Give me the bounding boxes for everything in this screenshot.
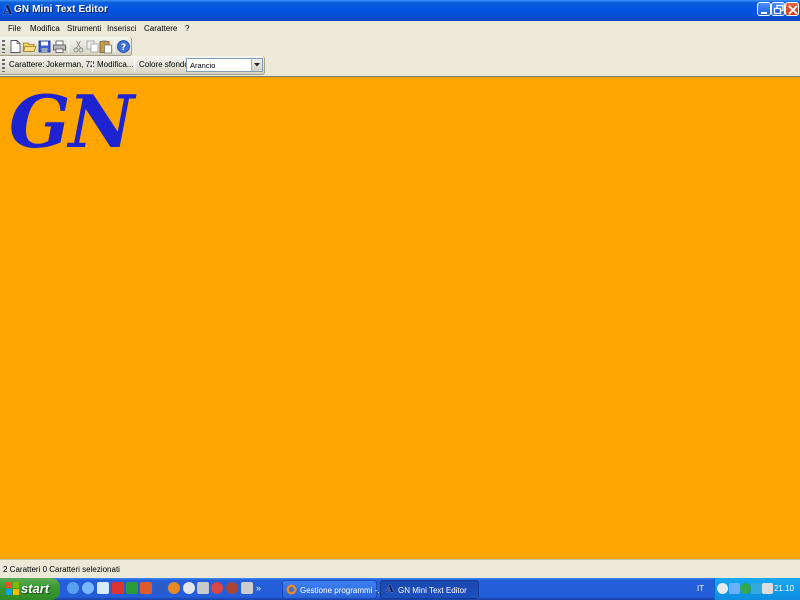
background-color-value: Arancio [190,61,216,70]
menu-file[interactable]: File [8,24,21,33]
ie-alt-icon[interactable] [82,582,94,594]
network-icon[interactable] [729,583,740,594]
toolbar-separator [68,40,69,53]
chevron-down-icon [254,63,260,67]
firefox-icon[interactable] [168,582,180,594]
font-label: Carattere: [9,60,45,69]
status-bar: 2 Caratteri 0 Caratteri selezionati [0,559,800,578]
dropdown-arrow-button[interactable] [251,59,262,71]
tool-icon[interactable] [197,582,209,594]
close-button[interactable] [785,2,799,16]
menu-inserisci[interactable]: Inserisci [107,24,136,33]
app-gray-icon[interactable] [241,582,253,594]
clock[interactable]: 21.10 [774,584,794,593]
security-icon[interactable] [740,583,751,594]
powerpoint-icon[interactable] [140,582,152,594]
minimize-button[interactable] [757,2,771,16]
system-tray: 21.10 [714,578,800,600]
character-count-status: 2 Caratteri 0 Caratteri selezionati [3,565,120,574]
toolbar-grip[interactable] [2,40,5,53]
start-label: start [21,581,50,596]
windows-logo-icon [6,582,19,595]
app-red-icon[interactable] [112,582,124,594]
task-label: Gestione programmi -... [300,586,385,595]
modify-font-button[interactable]: Modifica... [97,60,133,69]
menu-help[interactable]: ? [185,24,189,33]
menu-bar: File Modifica Strumenti Inserisci Caratt… [0,21,800,37]
menu-carattere[interactable]: Carattere [144,24,177,33]
font-value: Jokerman, 72 [46,60,95,69]
excel-icon[interactable] [126,582,138,594]
editor-content[interactable]: GN [9,82,134,162]
task-label: GN Mini Text Editor [398,586,467,595]
task-gestione-programmi[interactable]: Gestione programmi -... [282,580,384,599]
app-icon: A [386,584,394,595]
title-bar[interactable]: A GN Mini Text Editor [0,0,800,21]
volume-icon[interactable] [762,583,773,594]
quick-launch-expand-icon[interactable]: » [256,582,268,594]
cut-icon[interactable] [71,39,86,54]
task-gn-mini-text-editor[interactable]: A GN Mini Text Editor [380,580,479,599]
open-folder-icon[interactable] [22,39,37,54]
firefox-icon [286,584,297,595]
menu-strumenti[interactable]: Strumenti [67,24,101,33]
tray-app-icon[interactable] [751,583,762,594]
format-toolbar: Carattere: Jokerman, 72 Modifica... Colo… [0,56,265,75]
toolbar-separator [134,59,135,72]
background-color-dropdown[interactable]: Arancio [186,58,263,72]
start-button[interactable]: start [0,578,60,600]
help-icon[interactable]: ? [116,39,131,54]
toolbar-separator [92,59,93,72]
minimize-icon [761,12,767,14]
ie-icon[interactable] [67,582,79,594]
media-icon[interactable] [183,582,195,594]
app-red-round-icon[interactable] [211,582,223,594]
print-icon[interactable] [52,39,67,54]
restore-button[interactable] [771,2,785,16]
toolbar-grip[interactable] [2,59,5,72]
toolbar-separator [114,40,115,53]
new-document-icon[interactable] [8,39,23,54]
language-indicator[interactable]: IT [697,584,704,593]
standard-toolbar: ? [0,37,132,56]
close-icon [788,5,798,15]
restore-icon [773,4,784,15]
window-title: GN Mini Text Editor [14,4,108,15]
paste-icon[interactable] [98,39,113,54]
app-dark-icon[interactable] [226,582,238,594]
text-editor-area[interactable]: GN [0,76,800,559]
save-disk-icon[interactable] [37,39,52,54]
menu-modifica[interactable]: Modifica [30,24,60,33]
word-icon[interactable] [154,582,166,594]
background-color-label: Colore sfondo: [139,60,192,69]
taskbar: start » Gestione programmi -... A GN Min… [0,578,800,600]
tray-expand-icon[interactable] [717,583,728,594]
svg-text:?: ? [121,43,126,53]
desktop-icon[interactable] [97,582,109,594]
